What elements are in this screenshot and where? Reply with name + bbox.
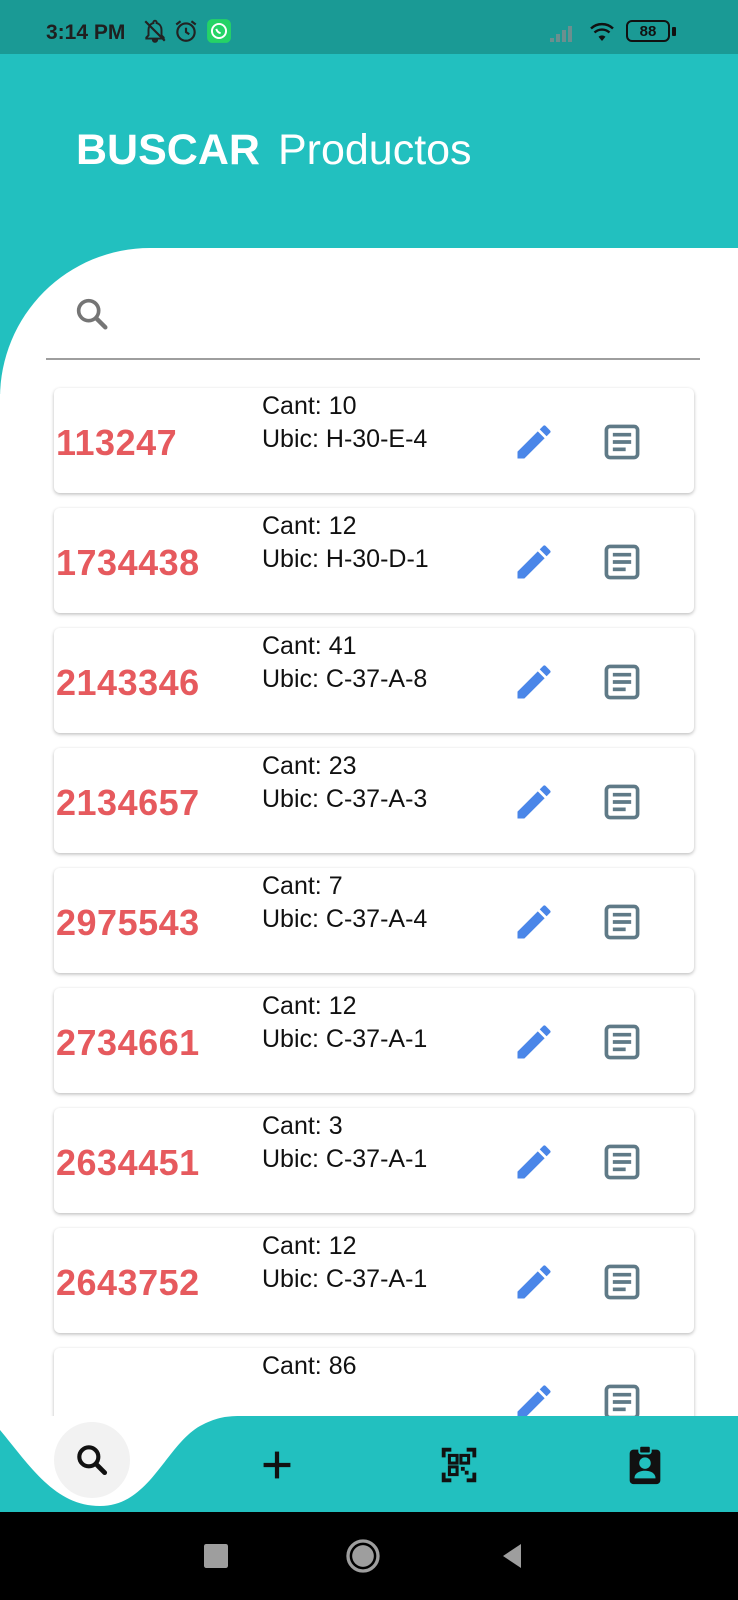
battery-icon: 88 [626, 20, 670, 42]
product-qty: Cant: 86 [262, 1352, 357, 1380]
search-icon [76, 298, 108, 330]
detail-icon[interactable] [600, 1380, 644, 1416]
detail-icon[interactable] [600, 1260, 644, 1304]
product-code: 2143346 [56, 662, 200, 703]
product-card[interactable]: 2143346 Cant: 41 Ubic: C-37-A-8 [54, 628, 694, 733]
signal-icon [550, 26, 572, 42]
edit-icon[interactable] [512, 1140, 556, 1184]
edit-icon[interactable] [512, 660, 556, 704]
product-card[interactable]: Cant: 86 [54, 1348, 694, 1416]
home-icon[interactable] [343, 1536, 383, 1576]
edit-icon[interactable] [512, 900, 556, 944]
product-code: 2975543 [56, 902, 200, 943]
product-list[interactable]: 113247 Cant: 10 Ubic: H-30-E-4 1734438 C… [0, 380, 738, 1416]
recents-icon[interactable] [198, 1538, 234, 1574]
search-input[interactable] [130, 290, 690, 340]
detail-icon[interactable] [600, 420, 644, 464]
alarm-icon [175, 20, 197, 42]
product-code: 2634451 [56, 1142, 200, 1183]
product-code: 2734661 [56, 1022, 200, 1063]
product-qty: Cant: 10 [262, 392, 357, 420]
back-icon[interactable] [494, 1538, 530, 1574]
product-card[interactable]: 113247 Cant: 10 Ubic: H-30-E-4 [54, 388, 694, 493]
detail-icon[interactable] [600, 540, 644, 584]
bell-off-icon [144, 19, 166, 43]
detail-icon[interactable] [600, 1020, 644, 1064]
product-card[interactable]: 2634451 Cant: 3 Ubic: C-37-A-1 [54, 1108, 694, 1213]
product-location: Ubic: C-37-A-1 [262, 1265, 428, 1293]
detail-icon[interactable] [600, 900, 644, 944]
page-title: BUSCAR Productos [76, 126, 472, 175]
product-card[interactable]: 2134657 Cant: 23 Ubic: C-37-A-3 [54, 748, 694, 853]
battery-tip [672, 27, 676, 36]
product-card[interactable]: 2643752 Cant: 12 Ubic: C-37-A-1 [54, 1228, 694, 1333]
product-location: Ubic: C-37-A-1 [262, 1025, 428, 1053]
detail-icon[interactable] [600, 1140, 644, 1184]
product-location: Ubic: C-37-A-1 [262, 1145, 428, 1173]
edit-icon[interactable] [512, 1380, 556, 1416]
edit-icon[interactable] [512, 420, 556, 464]
product-card[interactable]: 2734661 Cant: 12 Ubic: C-37-A-1 [54, 988, 694, 1093]
product-qty: Cant: 7 [262, 872, 343, 900]
product-code: 1734438 [56, 542, 200, 583]
product-qty: Cant: 12 [262, 1232, 357, 1260]
status-bar: 3:14 PM 88 [0, 0, 738, 54]
product-qty: Cant: 12 [262, 512, 357, 540]
title-light: Productos [277, 126, 472, 174]
status-time: 3:14 PM [46, 21, 126, 44]
product-qty: Cant: 3 [262, 1112, 343, 1140]
product-qty: Cant: 12 [262, 992, 357, 1020]
edit-icon[interactable] [512, 1020, 556, 1064]
system-nav [0, 1512, 738, 1600]
detail-icon[interactable] [600, 780, 644, 824]
product-location: Ubic: C-37-A-4 [262, 905, 428, 933]
nav-search-button[interactable] [54, 1422, 130, 1498]
qr-code-icon[interactable] [436, 1442, 482, 1488]
battery-level: 88 [639, 22, 657, 40]
add-icon[interactable] [254, 1442, 300, 1488]
assignment-ind-icon[interactable] [622, 1442, 668, 1488]
product-qty: Cant: 23 [262, 752, 357, 780]
edit-icon[interactable] [512, 780, 556, 824]
product-location: Ubic: C-37-A-8 [262, 665, 428, 693]
product-location: Ubic: H-30-E-4 [262, 425, 428, 453]
product-qty: Cant: 41 [262, 632, 357, 660]
edit-icon[interactable] [512, 540, 556, 584]
bottom-nav [0, 1416, 738, 1512]
whatsapp-icon [207, 19, 231, 43]
product-card[interactable]: 2975543 Cant: 7 Ubic: C-37-A-4 [54, 868, 694, 973]
product-location: Ubic: H-30-D-1 [262, 545, 429, 573]
product-code: 2643752 [56, 1262, 200, 1303]
product-code: 2134657 [56, 782, 200, 823]
product-location: Ubic: C-37-A-3 [262, 785, 428, 813]
detail-icon[interactable] [600, 660, 644, 704]
edit-icon[interactable] [512, 1260, 556, 1304]
wifi-icon [590, 22, 614, 41]
search-icon [77, 1445, 108, 1476]
product-code: 113247 [56, 422, 178, 463]
search-bar[interactable] [46, 280, 700, 360]
product-card[interactable]: 1734438 Cant: 12 Ubic: H-30-D-1 [54, 508, 694, 613]
title-bold: BUSCAR [76, 126, 260, 174]
